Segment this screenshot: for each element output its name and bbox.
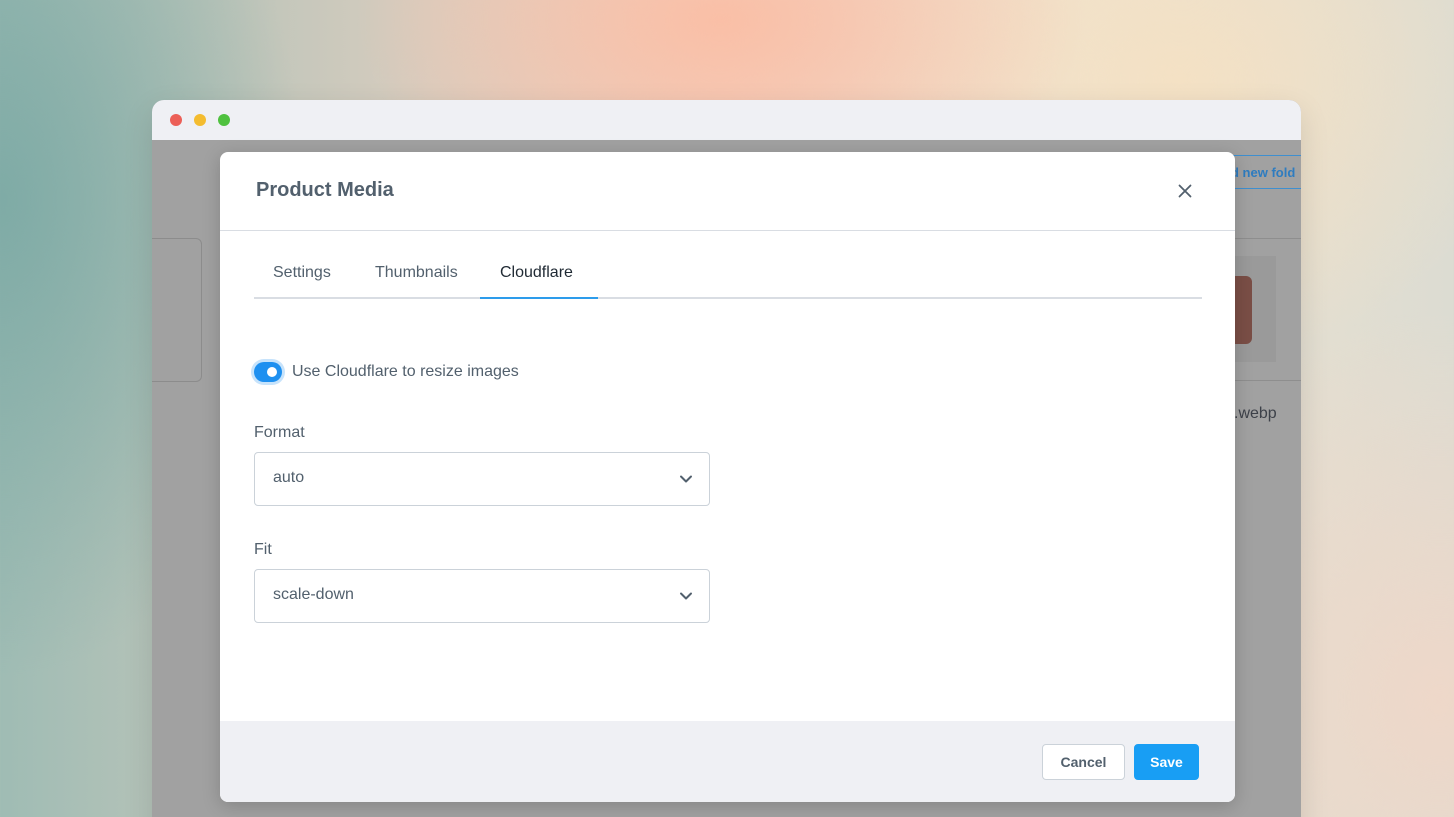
active-tab-indicator [480,297,598,299]
window-zoom-button[interactable] [218,114,230,126]
cloudflare-resize-toggle-row: Use Cloudflare to resize images [254,360,519,384]
modal-title: Product Media [256,179,394,201]
background-file-name: .webp [1234,405,1277,422]
tab-cloudflare[interactable]: Cloudflare [500,264,573,282]
fit-select-value: scale-down [273,586,354,603]
tab-thumbnails[interactable]: Thumbnails [375,264,458,282]
background-thumbnail [1232,276,1252,344]
modal-close-button[interactable] [1172,178,1198,204]
fit-select[interactable]: scale-down [254,569,710,623]
save-button[interactable]: Save [1134,744,1199,780]
background-divider [1232,238,1301,239]
window-titlebar [152,100,1301,140]
fit-label: Fit [254,541,272,558]
cloudflare-resize-toggle[interactable] [254,362,282,382]
cloudflare-resize-toggle-label[interactable]: Use Cloudflare to resize images [292,363,519,381]
cancel-button[interactable]: Cancel [1042,744,1125,780]
tab-settings[interactable]: Settings [273,264,331,282]
modal-header: Product Media [220,152,1235,231]
background-card [152,238,202,382]
format-label: Format [254,424,305,441]
modal-tabs: Settings Thumbnails Cloudflare [254,252,1202,299]
product-media-modal: Product Media Settings Thumbnails Cloudf… [220,152,1235,802]
toggle-knob [267,367,277,377]
format-select-value: auto [273,469,305,486]
chevron-down-icon [680,475,692,483]
window-close-button[interactable] [170,114,182,126]
modal-footer: Cancel Save [220,721,1235,802]
chevron-down-icon [680,592,692,600]
format-select[interactable]: auto [254,452,710,506]
window-minimize-button[interactable] [194,114,206,126]
close-icon [1178,184,1192,198]
background-divider [1232,380,1301,381]
